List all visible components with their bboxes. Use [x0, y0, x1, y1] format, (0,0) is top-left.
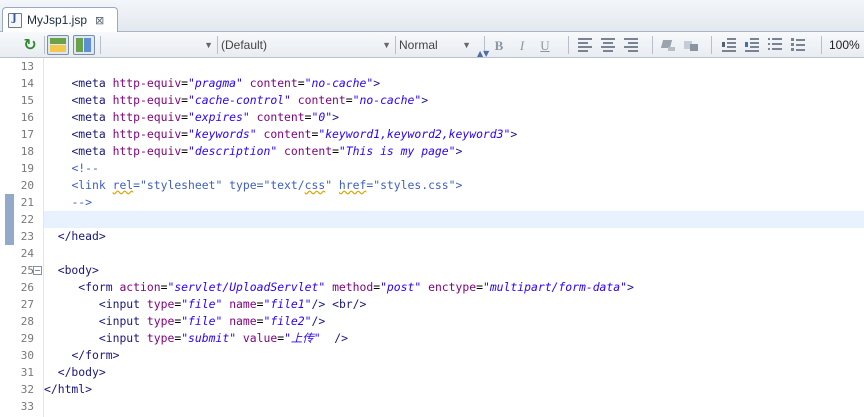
line-number: 13: [20, 60, 34, 73]
editor-tab-bar: MyJsp1.jsp ⊠: [0, 0, 864, 32]
line-number: 20: [20, 179, 34, 192]
code-text: <!--: [71, 161, 99, 175]
jsp-file-icon: [8, 12, 22, 28]
code-text: </html>: [44, 382, 93, 396]
line-number: 15: [20, 94, 34, 107]
chevron-down-icon: ▼: [204, 40, 213, 50]
code-line[interactable]: </html>: [0, 381, 864, 398]
tab-myjsp1[interactable]: MyJsp1.jsp ⊠: [2, 7, 118, 32]
source-editor[interactable]: <meta http-equiv="pragma" content="no-ca…: [0, 58, 864, 417]
change-marker: [5, 228, 14, 245]
splitter-toggle-icon[interactable]: ▲▼: [477, 50, 489, 58]
code-text: -->: [71, 195, 93, 209]
line-number: 24: [20, 247, 34, 260]
line-number: 27: [20, 298, 34, 311]
code-line[interactable]: <meta http-equiv="description" content="…: [0, 143, 864, 160]
toolbar-separator: [44, 36, 45, 54]
align-center-icon[interactable]: [601, 38, 615, 52]
outdent-icon[interactable]: [722, 38, 736, 52]
toolbar-separator: [711, 36, 712, 54]
refresh-icon[interactable]: ↻: [20, 35, 40, 55]
code-text: <link rel="stylesheet" type="text/css" h…: [71, 178, 463, 192]
code-text: <meta http-equiv="cache-control" content…: [71, 93, 429, 107]
toolbar-separator: [821, 36, 822, 54]
code-line[interactable]: </form>: [0, 347, 864, 364]
text-color-icon[interactable]: [660, 38, 675, 51]
align-right-icon[interactable]: [624, 38, 638, 52]
line-number: 25: [20, 264, 34, 277]
code-text: <meta http-equiv="description" content="…: [71, 144, 463, 158]
code-line[interactable]: <meta http-equiv="pragma" content="no-ca…: [0, 75, 864, 92]
toolbar-separator: [100, 36, 101, 54]
zoom-level[interactable]: 100%: [829, 36, 860, 55]
code-text: <meta http-equiv="expires" content="0">: [71, 110, 339, 124]
line-number: 16: [20, 111, 34, 124]
code-line[interactable]: <!--: [0, 160, 864, 177]
line-number: 18: [20, 145, 34, 158]
code-line[interactable]: -->: [0, 194, 864, 211]
code-line[interactable]: [0, 398, 864, 415]
code-line[interactable]: </head>: [0, 228, 864, 245]
line-number: 19: [20, 162, 34, 175]
italic-button[interactable]: I: [513, 36, 531, 55]
line-number: 33: [20, 400, 34, 413]
code-line[interactable]: </body>: [0, 364, 864, 381]
background-color-icon[interactable]: [684, 38, 698, 51]
line-number: 31: [20, 366, 34, 379]
close-icon[interactable]: ⊠: [95, 14, 104, 27]
numbered-list-icon[interactable]: [768, 38, 782, 51]
layout-vertical-button[interactable]: [73, 35, 95, 55]
code-line[interactable]: <meta http-equiv="keywords" content="key…: [0, 126, 864, 143]
code-line[interactable]: [0, 245, 864, 262]
code-line[interactable]: <input type="file" name="file2"/>: [0, 313, 864, 330]
code-text: <form action="servlet/UploadServlet" met…: [78, 280, 634, 294]
chevron-down-icon: ▼: [462, 40, 471, 50]
font-combo[interactable]: (Default) ▼: [218, 36, 394, 55]
fold-toggle-icon[interactable]: −: [33, 266, 42, 275]
bullet-list-icon[interactable]: [791, 38, 805, 51]
chevron-down-icon: ▼: [382, 40, 391, 50]
indent-icon[interactable]: [745, 38, 759, 52]
code-text: </form>: [71, 348, 120, 362]
bold-button[interactable]: B: [490, 36, 508, 55]
code-text: <input type="file" name="file2"/>: [98, 314, 326, 328]
code-line[interactable]: <input type="submit" value="上传" />: [0, 330, 864, 347]
line-number: 17: [20, 128, 34, 141]
line-number: 14: [20, 77, 34, 90]
code-line[interactable]: <link rel="stylesheet" type="text/css" h…: [0, 177, 864, 194]
line-number: 29: [20, 332, 34, 345]
code-line[interactable]: <meta http-equiv="cache-control" content…: [0, 92, 864, 109]
design-toolbar: ↻ ▼ (Default) ▼ Normal ▼ B I U 100%: [0, 32, 864, 58]
code-line[interactable]: <body>: [0, 262, 864, 279]
code-line[interactable]: [0, 58, 864, 75]
toolbar-separator: [568, 36, 569, 54]
code-line[interactable]: <input type="file" name="file1"/> <br/>: [0, 296, 864, 313]
line-number: 28: [20, 315, 34, 328]
code-text: <meta http-equiv="pragma" content="no-ca…: [71, 76, 381, 90]
paragraph-format-combo[interactable]: ▼: [114, 36, 216, 55]
layout-horizontal-button[interactable]: [47, 35, 69, 55]
code-text: </head>: [57, 229, 106, 243]
line-number-ruler: 13 14 15 16 17 18 19 20 21 22 23 24 25−26 27 28 29 30 31 3…: [0, 58, 44, 417]
code-line[interactable]: [0, 211, 864, 228]
code-text: <meta http-equiv="keywords" content="key…: [71, 127, 518, 141]
code-text: </body>: [57, 365, 106, 379]
line-number: 32: [20, 383, 34, 396]
code-text: <input type="submit" value="上传" />: [98, 331, 349, 345]
code-text: <input type="file" name="file1"/> <br/>: [98, 297, 367, 311]
style-combo[interactable]: Normal ▼: [396, 36, 474, 55]
align-left-icon[interactable]: [578, 38, 592, 52]
code-line[interactable]: <meta http-equiv="expires" content="0">: [0, 109, 864, 126]
change-marker: [5, 211, 14, 228]
line-number: 30: [20, 349, 34, 362]
line-number: 26: [20, 281, 34, 294]
code-text: <body>: [57, 263, 99, 277]
change-marker: [5, 194, 14, 211]
toolbar-separator: [652, 36, 653, 54]
code-line[interactable]: <form action="servlet/UploadServlet" met…: [0, 279, 864, 296]
underline-button[interactable]: U: [536, 36, 554, 55]
tab-label: MyJsp1.jsp: [27, 13, 88, 27]
